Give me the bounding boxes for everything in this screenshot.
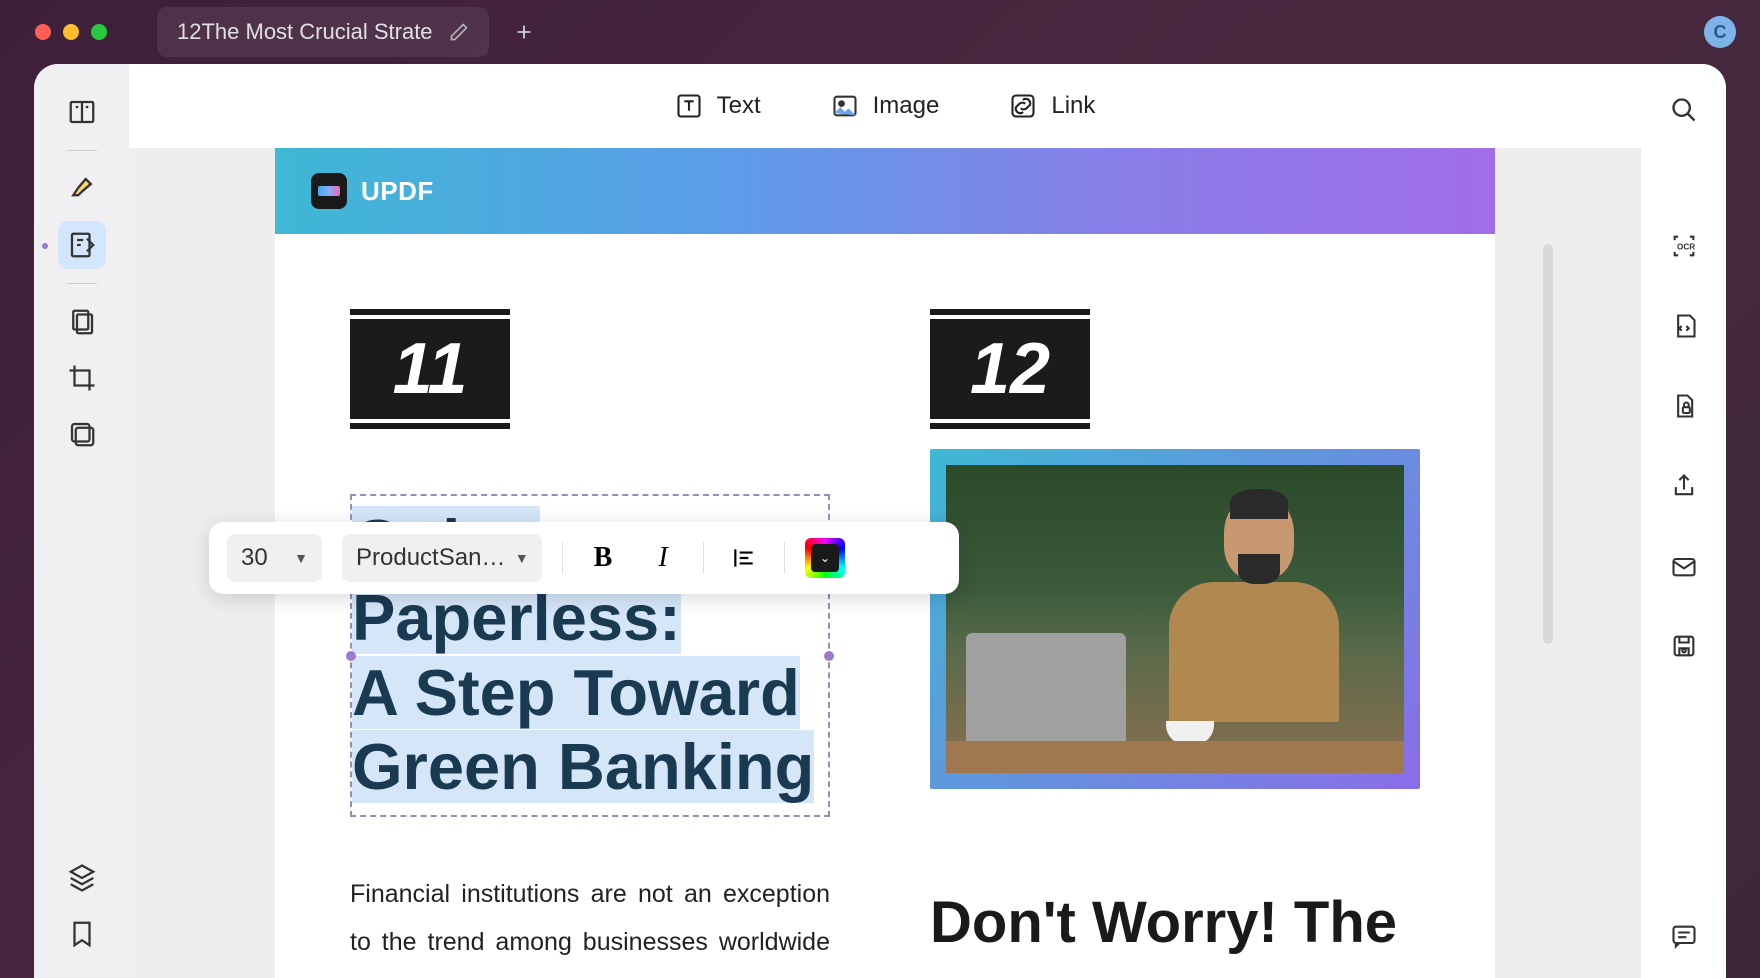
document-content: 11 Going Paperless: A Step Toward Green …	[275, 234, 1495, 978]
svg-text:OCR: OCR	[1677, 243, 1695, 252]
sidebar-divider	[67, 283, 97, 284]
email-icon[interactable]	[1662, 544, 1706, 588]
crop-icon[interactable]	[58, 354, 106, 402]
text-icon	[675, 92, 703, 120]
heading-line-2: A Step Toward	[352, 656, 800, 729]
ocr-icon[interactable]: OCR	[1662, 224, 1706, 268]
app-window: Text Image Link UPDF 11	[34, 64, 1726, 978]
heading-text[interactable]: Don't Worry! The	[930, 889, 1420, 956]
font-size-value: 30	[241, 544, 268, 572]
image-tool-label: Image	[873, 92, 940, 120]
font-size-select[interactable]: 30 ▼	[227, 534, 322, 582]
layers-icon[interactable]	[58, 854, 106, 902]
protect-icon[interactable]	[1662, 384, 1706, 428]
canvas-area[interactable]: UPDF 11 Going Paperless: A Step Toward	[129, 148, 1641, 978]
highlighter-icon[interactable]	[58, 165, 106, 213]
column-right: 12 Don't Worry! The	[930, 319, 1420, 978]
edit-toolbar: Text Image Link	[129, 64, 1641, 148]
organize-pages-icon[interactable]	[58, 298, 106, 346]
selection-handle-right[interactable]	[824, 651, 834, 661]
document-tab[interactable]: 12The Most Crucial Strate	[157, 7, 489, 57]
text-color-button[interactable]: ⌄	[805, 538, 845, 578]
new-tab-button[interactable]	[509, 17, 539, 47]
titlebar: 12The Most Crucial Strate C	[0, 0, 1760, 64]
bold-button[interactable]: B	[583, 538, 623, 578]
search-icon[interactable]	[1662, 88, 1706, 132]
selection-handle-left[interactable]	[346, 651, 356, 661]
link-icon	[1009, 92, 1037, 120]
section-number: 11	[393, 328, 468, 410]
column-left: 11 Going Paperless: A Step Toward Green …	[350, 319, 830, 978]
avatar-initial: C	[1714, 22, 1727, 43]
section-number-box: 12	[930, 319, 1090, 419]
edit-tab-icon[interactable]	[449, 22, 469, 42]
close-window-button[interactable]	[35, 24, 51, 40]
left-sidebar	[34, 64, 129, 978]
text-tool-button[interactable]: Text	[675, 92, 761, 120]
section-number-box: 11	[350, 319, 510, 419]
section-number: 12	[970, 328, 1050, 410]
updf-logo	[311, 173, 347, 209]
align-left-icon	[731, 545, 757, 571]
text-format-popover: 30 ▼ ProductSans-B ▼ B I ⌄	[209, 522, 959, 594]
image-tool-button[interactable]: Image	[831, 92, 940, 120]
link-tool-button[interactable]: Link	[1009, 92, 1095, 120]
redact-icon[interactable]	[58, 410, 106, 458]
main-area: Text Image Link UPDF 11	[129, 64, 1641, 978]
share-icon[interactable]	[1662, 464, 1706, 508]
right-sidebar: OCR	[1641, 64, 1726, 978]
heading-line-3: Green Banking	[352, 730, 814, 803]
body-paragraph[interactable]: Financial institutions are not an except…	[350, 871, 830, 978]
link-tool-label: Link	[1051, 92, 1095, 120]
minimize-window-button[interactable]	[63, 24, 79, 40]
bookmark-icon[interactable]	[58, 910, 106, 958]
comment-icon[interactable]	[1662, 914, 1706, 958]
avatar[interactable]: C	[1704, 16, 1736, 48]
edit-mode-icon[interactable]	[58, 221, 106, 269]
image-icon	[831, 92, 859, 120]
maximize-window-button[interactable]	[91, 24, 107, 40]
brand-label: UPDF	[361, 176, 434, 207]
chevron-down-icon: ▼	[515, 550, 528, 566]
popover-divider	[784, 542, 785, 574]
article-image[interactable]	[930, 449, 1420, 789]
active-indicator	[42, 243, 48, 249]
italic-button[interactable]: I	[643, 538, 683, 578]
text-tool-label: Text	[717, 92, 761, 120]
font-family-value: ProductSans-B	[356, 544, 509, 572]
save-icon[interactable]	[1662, 624, 1706, 668]
article-image-content	[946, 465, 1404, 773]
sidebar-divider	[67, 150, 97, 151]
chevron-down-icon: ▼	[294, 550, 308, 566]
popover-divider	[703, 542, 704, 574]
window-controls	[35, 24, 107, 40]
tab-bar: 12The Most Crucial Strate	[157, 7, 539, 57]
popover-divider	[562, 542, 563, 574]
font-family-select[interactable]: ProductSans-B ▼	[342, 534, 542, 582]
align-button[interactable]	[724, 538, 764, 578]
tab-title: 12The Most Crucial Strate	[177, 19, 433, 45]
reader-mode-icon[interactable]	[58, 88, 106, 136]
document-header: UPDF	[275, 148, 1495, 234]
chevron-down-icon: ⌄	[811, 544, 839, 572]
scrollbar[interactable]	[1543, 244, 1553, 644]
convert-icon[interactable]	[1662, 304, 1706, 348]
